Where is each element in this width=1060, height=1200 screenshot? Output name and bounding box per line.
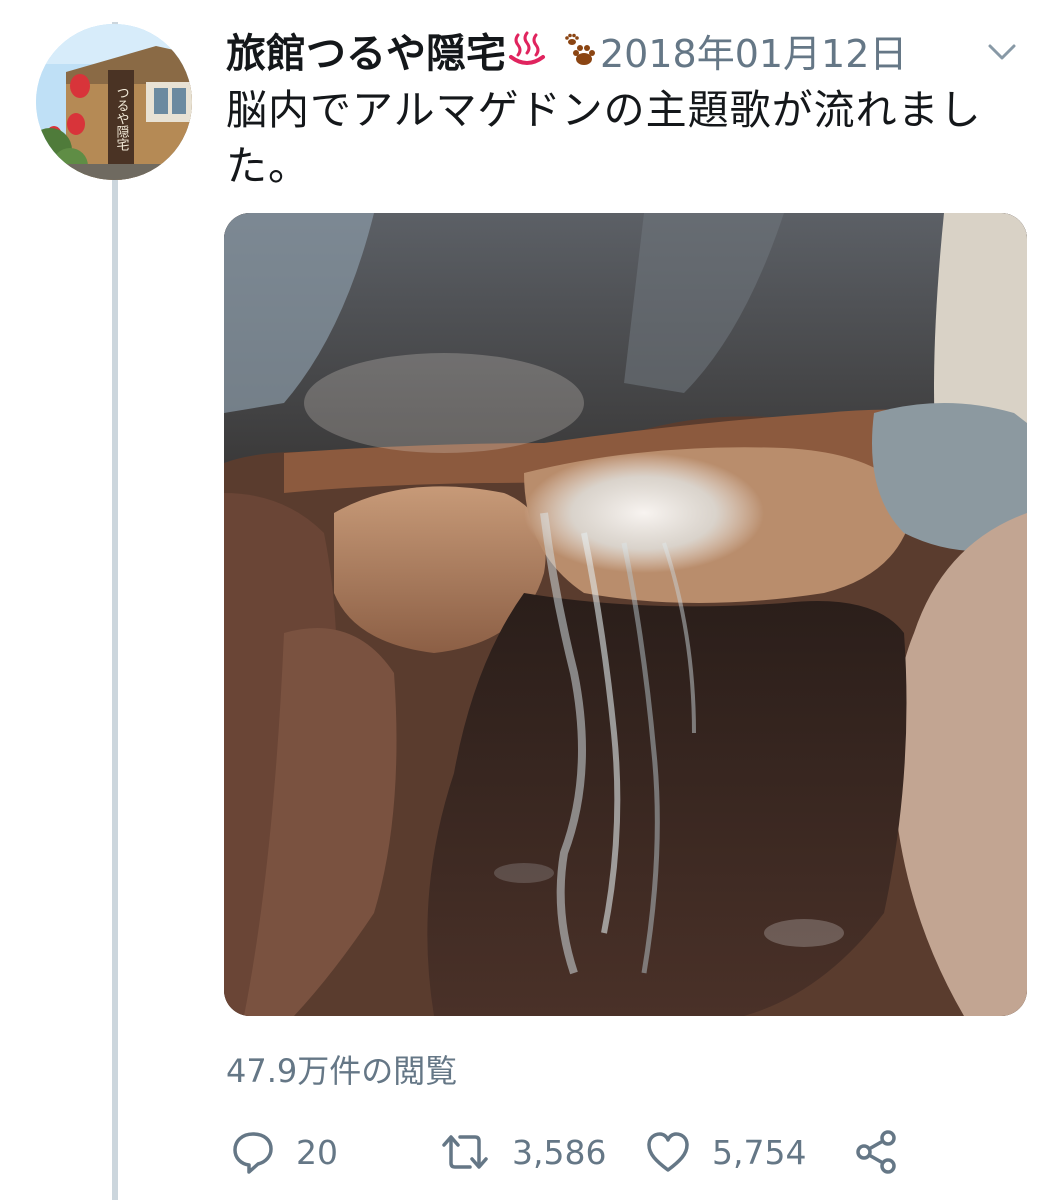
heart-icon (644, 1129, 692, 1175)
tweet-date[interactable]: 2018年01月12日 (600, 23, 907, 78)
view-count: 47.9万件の閲覧 (226, 1052, 458, 1090)
display-name[interactable]: 旅館つるや隠宅 (226, 21, 506, 79)
tweet-text: 脳内でアルマゲドンの主題歌が流れました。 (226, 86, 982, 190)
retweet-button[interactable]: 3,586 (438, 1124, 606, 1180)
thread-line (112, 0, 118, 1200)
hot-springs-emoji-icon (508, 31, 546, 69)
thread-line-gap (108, 0, 122, 22)
reply-count: 20 (296, 1132, 338, 1172)
retweet-icon (438, 1129, 492, 1175)
retweet-count: 3,586 (512, 1132, 607, 1172)
chevron-down-icon[interactable] (984, 34, 1020, 70)
like-button[interactable]: 5,754 (644, 1124, 806, 1180)
avatar-photo: つるや隠宅 (36, 24, 192, 180)
like-count: 5,754 (712, 1132, 807, 1172)
share-icon (854, 1129, 900, 1175)
reply-button[interactable]: 20 (230, 1124, 338, 1180)
video-thumbnail (224, 213, 1027, 1016)
tweet-actions: 20 3,586 5,754 (226, 1124, 926, 1180)
tweet-video[interactable] (224, 213, 1027, 1016)
avatar[interactable]: つるや隠宅 (36, 24, 192, 180)
avatar-sign-text: つるや隠宅 (114, 86, 130, 151)
tweet-header: 旅館つるや隠宅 2018年01月12日 (226, 21, 907, 79)
reply-bubble-icon (230, 1129, 276, 1175)
share-button[interactable] (854, 1124, 900, 1180)
paw-prints-emoji-icon (564, 33, 598, 67)
